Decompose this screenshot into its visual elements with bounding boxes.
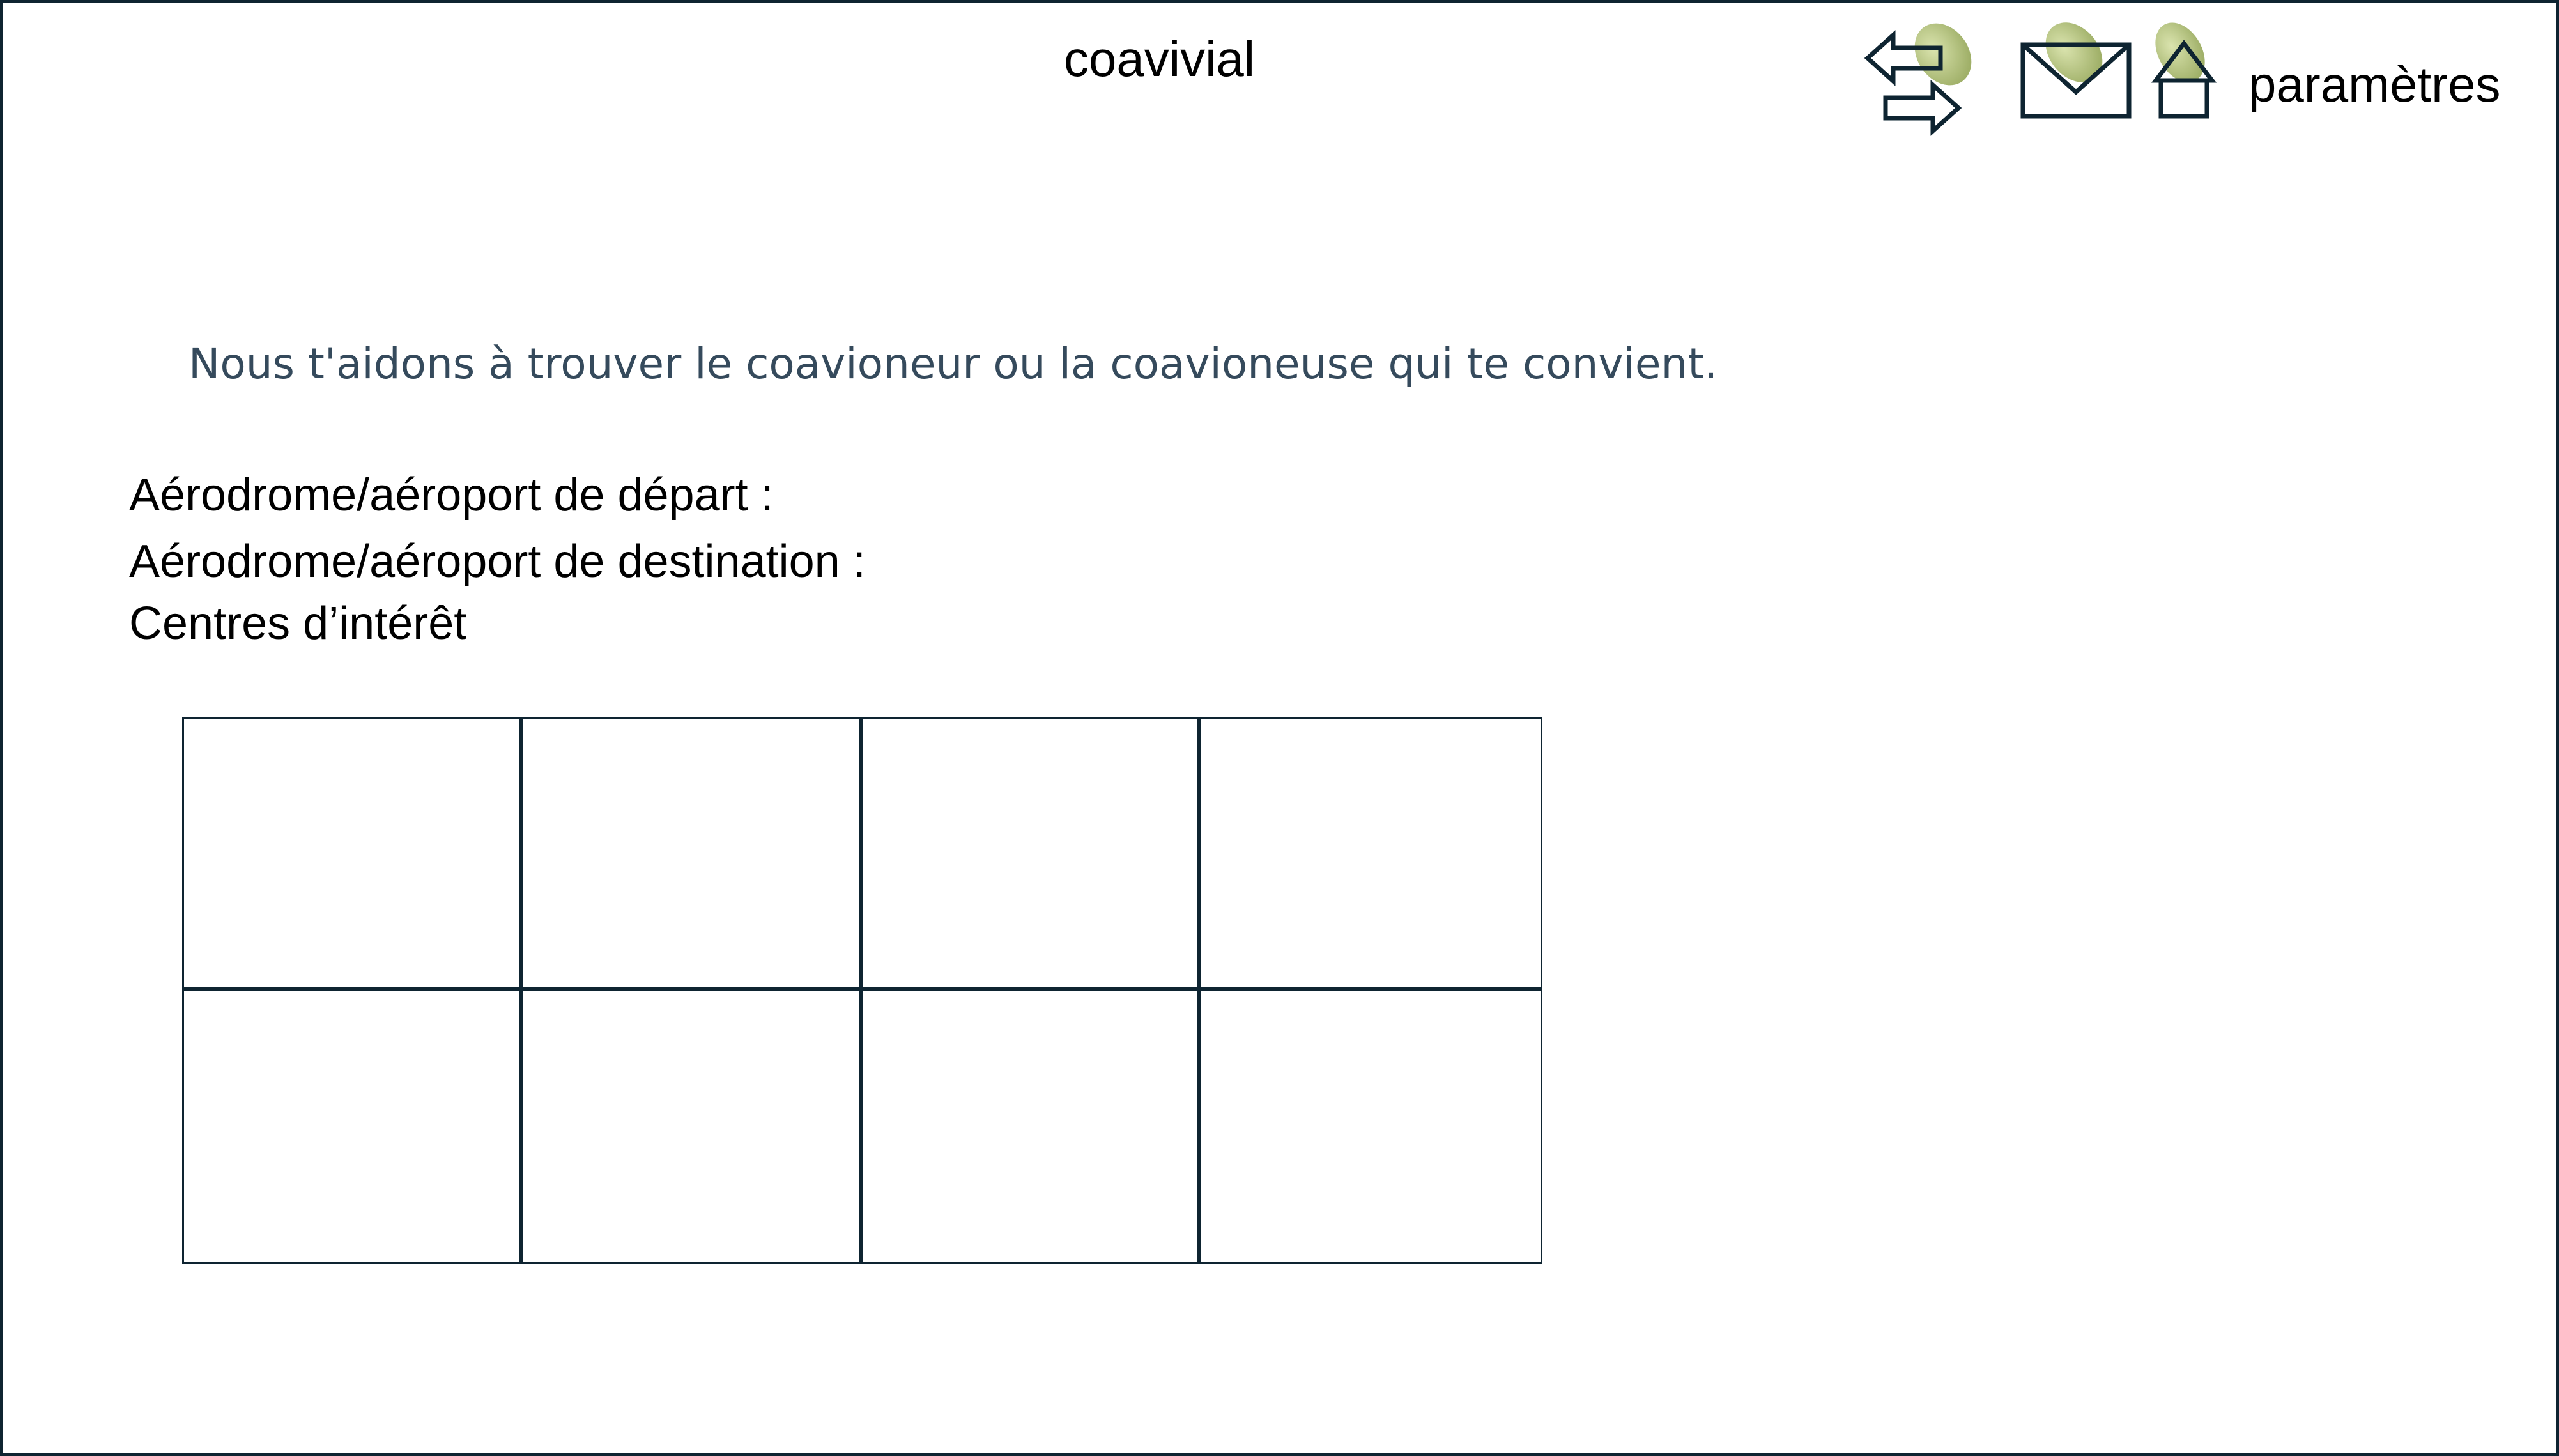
destination-aerodrome-label: Aérodrome/aéroport de destination : — [129, 536, 866, 587]
mail-icon[interactable] — [2019, 22, 2134, 121]
interest-cell[interactable] — [184, 719, 523, 991]
interest-cell[interactable] — [1201, 990, 1541, 1262]
app-title: coavivial — [1064, 31, 1256, 87]
tagline: Nous t'aidons à trouver le coavioneur ou… — [188, 339, 1718, 388]
interest-cell[interactable] — [523, 719, 863, 991]
interest-cell[interactable] — [1201, 719, 1541, 991]
interests-label: Centres d’intérêt — [129, 598, 467, 649]
app-screen: coavivial paramètres Nous t'aidons à tro… — [0, 0, 2559, 1456]
interest-cell[interactable] — [862, 990, 1202, 1262]
departure-aerodrome-label: Aérodrome/aéroport de départ : — [129, 470, 774, 521]
home-icon[interactable] — [2147, 22, 2224, 121]
interest-cell[interactable] — [184, 990, 523, 1262]
interests-grid — [182, 717, 1542, 1264]
interest-cell[interactable] — [862, 719, 1202, 991]
interest-cell[interactable] — [523, 990, 863, 1262]
settings-link[interactable]: paramètres — [2248, 59, 2501, 109]
swap-arrows-icon[interactable] — [1863, 23, 1978, 136]
